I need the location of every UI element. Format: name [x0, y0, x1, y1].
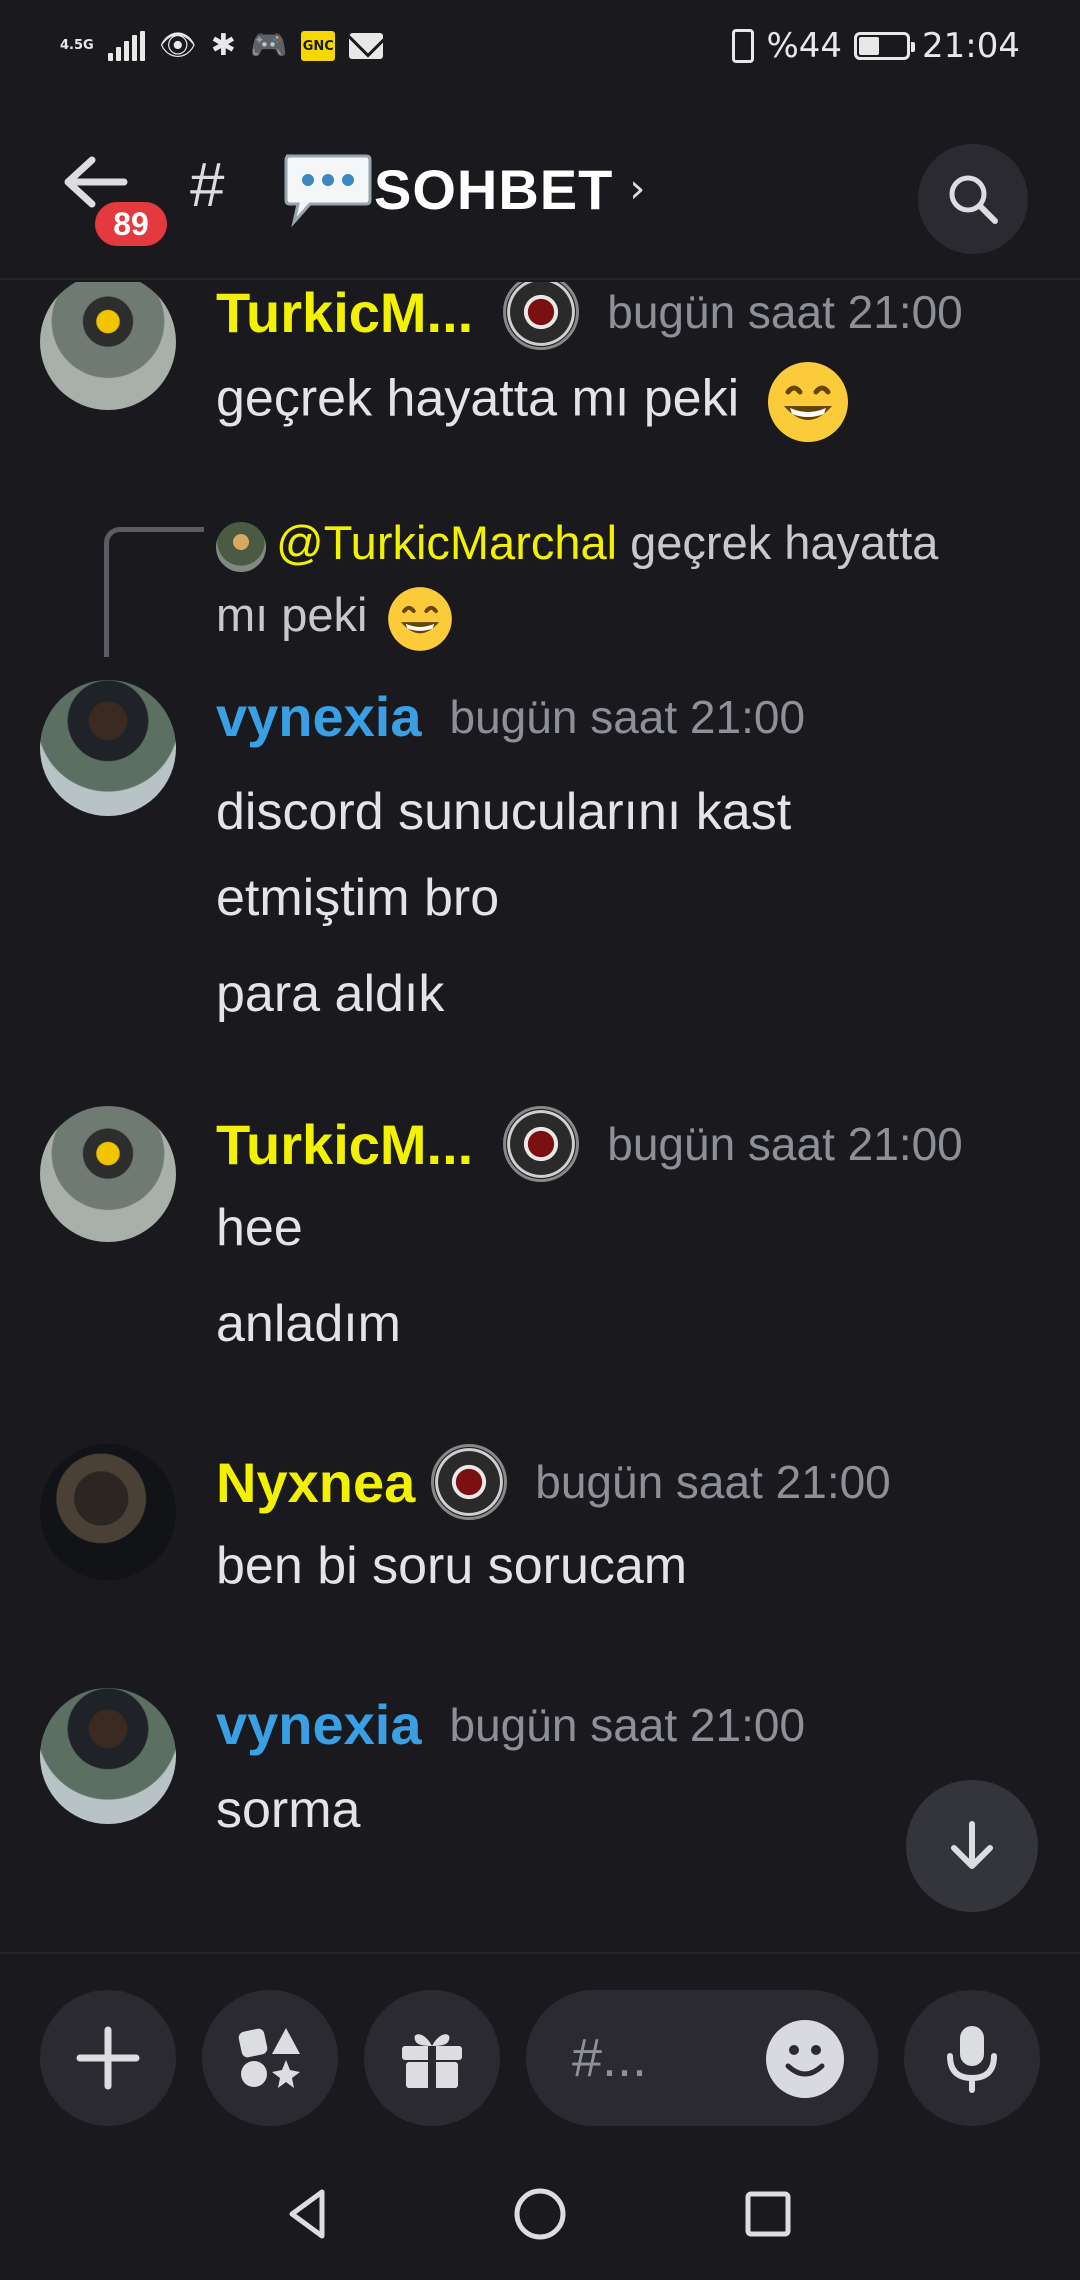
- message-input-container: [526, 1990, 878, 2126]
- square-recents-icon: [745, 2191, 791, 2237]
- grinning-face-icon: [767, 362, 848, 442]
- apps-icon: [238, 2028, 300, 2088]
- game-controller-icon: 🎮: [249, 28, 288, 63]
- mail-icon: [349, 33, 384, 59]
- gift-icon: [402, 2034, 462, 2088]
- message-line: ben bi soru sorucam: [216, 1537, 688, 1595]
- reply-text-cont: mı peki: [216, 588, 368, 641]
- add-attachment-button[interactable]: [40, 1990, 176, 2126]
- status-bar: 4.5G 👁 ✱ 🎮 GNC %44 21:04: [0, 0, 1080, 92]
- bluetooth-battery-icon: ✱: [210, 28, 236, 63]
- grinning-face-icon: [387, 586, 452, 651]
- avatar[interactable]: [40, 1688, 176, 1824]
- role-icon[interactable]: [503, 282, 580, 350]
- reply-connector: [104, 527, 204, 657]
- battery-icon: [854, 32, 916, 60]
- message-composer: [0, 1952, 1080, 2148]
- circle-home-icon: [514, 2188, 566, 2240]
- avatar[interactable]: [40, 680, 176, 816]
- message-line: anladım: [216, 1295, 401, 1353]
- nav-home-button[interactable]: [502, 2176, 578, 2252]
- plus-icon: [76, 2026, 140, 2090]
- network-type: 4.5G: [60, 38, 94, 53]
- carrier-app-icon: GNC: [301, 31, 336, 61]
- role-icon[interactable]: [503, 1106, 580, 1182]
- timestamp: bugün saat 21:00: [449, 1698, 806, 1751]
- nav-back-button[interactable]: [270, 2176, 346, 2252]
- avatar[interactable]: [40, 1444, 176, 1580]
- battery-percent: %44: [766, 26, 843, 66]
- emoji-button[interactable]: [766, 2020, 844, 2098]
- jump-to-bottom-button[interactable]: [906, 1780, 1038, 1912]
- signal-icon: [107, 31, 145, 61]
- reply-mention: @TurkicMarchal: [276, 516, 618, 569]
- message-line: etmiştim bro: [216, 869, 500, 927]
- vibrate-icon: [732, 29, 755, 63]
- system-navigation-bar: [0, 2148, 1080, 2280]
- timestamp: bugün saat 21:00: [607, 286, 963, 338]
- microphone-icon: [947, 2026, 997, 2093]
- channel-hash-icon: #: [190, 151, 225, 220]
- message-line: para aldık: [216, 965, 445, 1023]
- message-text: geçrek hayatta mı peki: [216, 358, 852, 446]
- eye-icon: 👁: [158, 28, 197, 63]
- reply-preview[interactable]: @TurkicMarchal geçrek hayatta mı peki: [216, 507, 1036, 654]
- emoji-icon: [785, 2045, 825, 2077]
- reply-avatar: [216, 521, 266, 572]
- voice-message-button[interactable]: [904, 1990, 1040, 2126]
- chevron-right-icon: ›: [629, 166, 646, 212]
- apps-button[interactable]: [202, 1990, 338, 2126]
- message-line: hee: [216, 1199, 303, 1257]
- avatar[interactable]: [40, 282, 176, 410]
- message-line: geçrek hayatta mı peki: [216, 369, 740, 428]
- search-button[interactable]: [918, 144, 1028, 254]
- username[interactable]: vynexia: [216, 684, 422, 749]
- avatar[interactable]: [40, 1106, 176, 1242]
- channel-title[interactable]: SOHBET ›: [280, 150, 645, 228]
- message-line: sorma: [216, 1781, 361, 1839]
- message-line: discord sunucularını kast: [216, 783, 792, 841]
- message-input[interactable]: [572, 2020, 732, 2096]
- message-list[interactable]: TurkicM... bugün saat 21:00 geçrek hayat…: [0, 282, 1080, 1952]
- gift-button[interactable]: [364, 1990, 500, 2126]
- channel-name: SOHBET: [374, 157, 614, 221]
- reply-text: geçrek hayatta: [630, 516, 939, 569]
- unread-badge: 89: [90, 197, 172, 251]
- clock: 21:04: [922, 26, 1020, 66]
- timestamp: bugün saat 21:00: [607, 1118, 963, 1170]
- triangle-back-icon: [289, 2189, 325, 2239]
- speech-balloon-icon: [280, 150, 372, 228]
- username[interactable]: Nyxnea: [216, 1450, 415, 1515]
- timestamp: bugün saat 21:00: [535, 1456, 891, 1508]
- channel-header: 89 # SOHBET ›: [0, 92, 1080, 280]
- username[interactable]: TurkicM...: [216, 282, 473, 345]
- timestamp: bugün saat 21:00: [449, 690, 806, 743]
- arrow-down-icon: [951, 1821, 993, 1869]
- search-icon: [949, 175, 998, 224]
- role-icon[interactable]: [431, 1444, 508, 1520]
- username[interactable]: TurkicM...: [216, 1112, 473, 1177]
- nav-recents-button[interactable]: [730, 2176, 806, 2252]
- username[interactable]: vynexia: [216, 1692, 422, 1757]
